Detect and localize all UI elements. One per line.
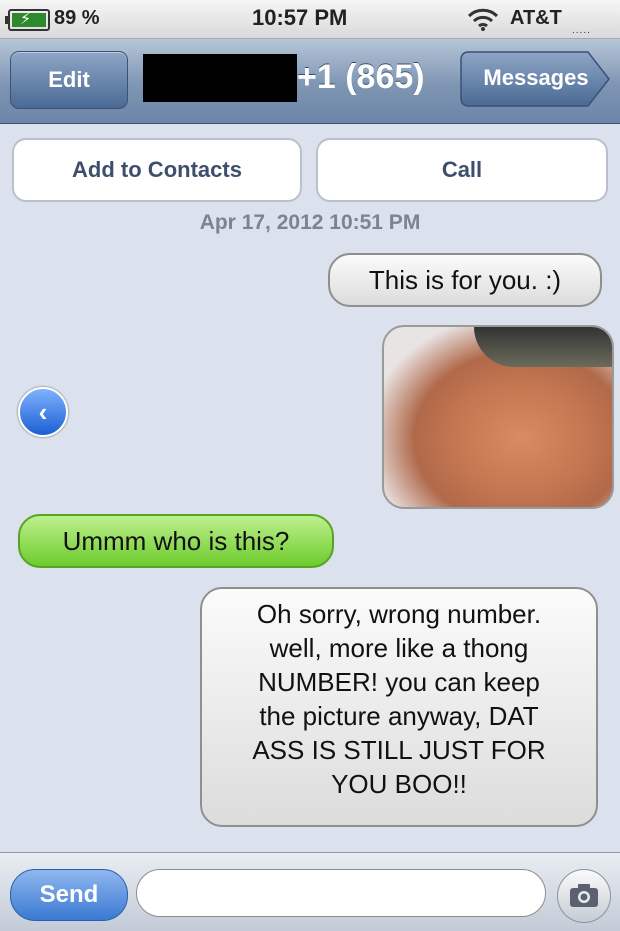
- message-timestamp: Apr 17, 2012 10:51 PM: [199, 211, 421, 234]
- message-input[interactable]: [136, 869, 546, 917]
- camera-button[interactable]: [557, 869, 611, 923]
- battery-charging-icon: ⚡: [5, 9, 50, 31]
- battery-percent: 89 %: [54, 7, 100, 29]
- signal-icon: .....: [572, 25, 591, 36]
- edit-button[interactable]: Edit: [10, 51, 128, 109]
- status-bar: ⚡ 89 % 10:57 PM AT&T .....: [0, 0, 620, 39]
- wifi-icon: [467, 8, 499, 31]
- message-line: NUMBER! you can keep: [258, 667, 540, 697]
- carrier-name: AT&T: [510, 7, 562, 29]
- call-button[interactable]: Call: [316, 138, 608, 202]
- message-line: Oh sorry, wrong number.: [256, 599, 542, 629]
- message-line: ASS IS STILL JUST FOR: [252, 735, 546, 765]
- send-button[interactable]: Send: [10, 869, 128, 921]
- message-bubble: Oh sorry, wrong number. well, more like …: [200, 587, 598, 827]
- add-to-contacts-button[interactable]: Add to Contacts: [12, 138, 302, 202]
- message-bubble: Ummm who is this?: [18, 514, 334, 568]
- camera-icon: [570, 884, 598, 907]
- message-line: well, more like a thong: [269, 633, 529, 663]
- message-line: the picture anyway, DAT: [259, 701, 539, 731]
- photo-attachment[interactable]: [382, 325, 614, 509]
- clock-time: 10:57 PM: [252, 5, 348, 30]
- compose-bar: Send: [0, 852, 620, 931]
- redacted-contact-name: [143, 54, 297, 102]
- message-text: This is for you. :): [368, 265, 562, 295]
- message-bubble: This is for you. :): [328, 253, 602, 307]
- message-line: YOU BOO!!: [331, 769, 467, 799]
- forward-arrow-icon[interactable]: ‹: [18, 387, 68, 437]
- messages-back-label: Messages: [483, 65, 589, 90]
- messages-back-button[interactable]: Messages: [460, 51, 610, 107]
- conversation-title: +1 (865): [297, 58, 425, 96]
- message-text: Ummm who is this?: [62, 526, 290, 556]
